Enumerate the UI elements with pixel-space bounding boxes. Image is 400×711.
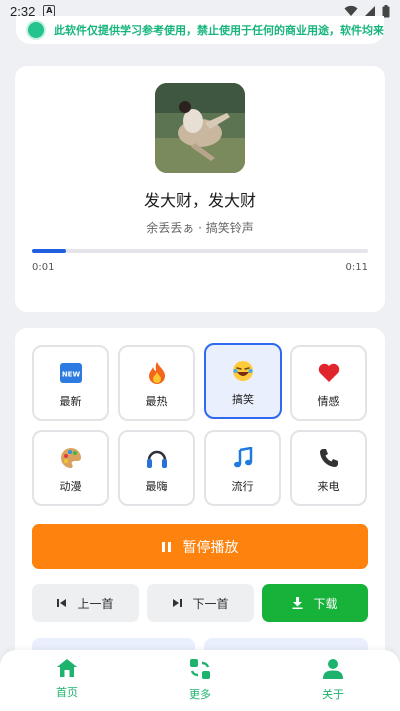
next-button[interactable]: 下一首 — [147, 584, 254, 622]
headphones-icon — [146, 446, 168, 470]
pause-button[interactable]: 暂停播放 — [32, 524, 368, 569]
current-time: 0:01 — [32, 262, 55, 273]
previous-label: 上一首 — [77, 596, 114, 611]
pause-icon — [161, 541, 171, 552]
skip-previous-icon — [57, 598, 67, 608]
category-label: 情感 — [317, 395, 340, 408]
category-high[interactable]: 最嗨 — [118, 430, 195, 506]
nav-about[interactable]: 关于 — [293, 658, 373, 702]
previous-button[interactable]: 上一首 — [32, 584, 139, 622]
category-incoming-call[interactable]: 来电 — [290, 430, 367, 506]
category-funny[interactable]: 搞笑 — [204, 343, 282, 419]
svg-text:NEW: NEW — [61, 371, 80, 379]
heart-icon — [318, 361, 340, 385]
home-icon — [57, 659, 77, 677]
fire-icon — [148, 361, 166, 385]
notice-dot-icon — [28, 22, 44, 38]
category-label: 流行 — [231, 480, 254, 493]
nav-about-label: 关于 — [322, 688, 344, 701]
song-title: 发大财，发大财 — [143, 191, 256, 210]
nav-more-label: 更多 — [189, 688, 211, 701]
phone-icon — [319, 446, 339, 470]
category-label: 动漫 — [59, 480, 82, 493]
more-icon — [190, 659, 210, 679]
notice-banner: 此软件仅提供学习参考使用，禁止使用于任何的商业用途，软件均来 — [16, 16, 384, 44]
category-label: 最新 — [59, 395, 82, 408]
download-label: 下载 — [313, 596, 338, 611]
player-card: 发大财，发大财 余丢丢ぁ · 搞笑铃声 0:01 0:11 — [15, 66, 385, 312]
category-popular[interactable]: 流行 — [204, 430, 281, 506]
category-emotion[interactable]: 情感 — [290, 345, 367, 421]
nav-more[interactable]: 更多 — [160, 658, 240, 702]
pause-button-label: 暂停播放 — [182, 539, 239, 556]
category-label: 最热 — [145, 395, 168, 408]
category-latest[interactable]: NEW 最新 — [32, 345, 109, 421]
category-label: 搞笑 — [232, 393, 254, 406]
notice-text: 此软件仅提供学习参考使用，禁止使用于任何的商业用途，软件均来 — [54, 24, 384, 37]
category-label: 来电 — [317, 480, 340, 493]
music-note-icon — [233, 446, 253, 470]
skip-next-icon — [172, 598, 183, 608]
download-button[interactable]: 下载 — [262, 584, 368, 622]
category-label: 最嗨 — [145, 480, 168, 493]
laughing-face-icon — [232, 359, 254, 383]
category-anime[interactable]: 动漫 — [32, 430, 109, 506]
nav-home[interactable]: 首页 — [27, 658, 107, 700]
song-artist-category: 余丢丢ぁ · 搞笑铃声 — [146, 221, 254, 235]
total-time: 0:11 — [345, 262, 368, 273]
category-hottest[interactable]: 最热 — [118, 345, 195, 421]
album-cover — [155, 83, 245, 173]
new-badge-icon: NEW — [59, 361, 82, 385]
next-label: 下一首 — [192, 596, 229, 611]
user-icon — [323, 659, 343, 679]
bottom-nav: 首页 更多 关于 — [0, 650, 400, 711]
palette-icon — [60, 446, 82, 470]
progress-fill — [32, 249, 66, 253]
download-icon — [292, 597, 303, 609]
nav-home-label: 首页 — [56, 686, 78, 699]
progress-bar[interactable] — [32, 249, 368, 253]
